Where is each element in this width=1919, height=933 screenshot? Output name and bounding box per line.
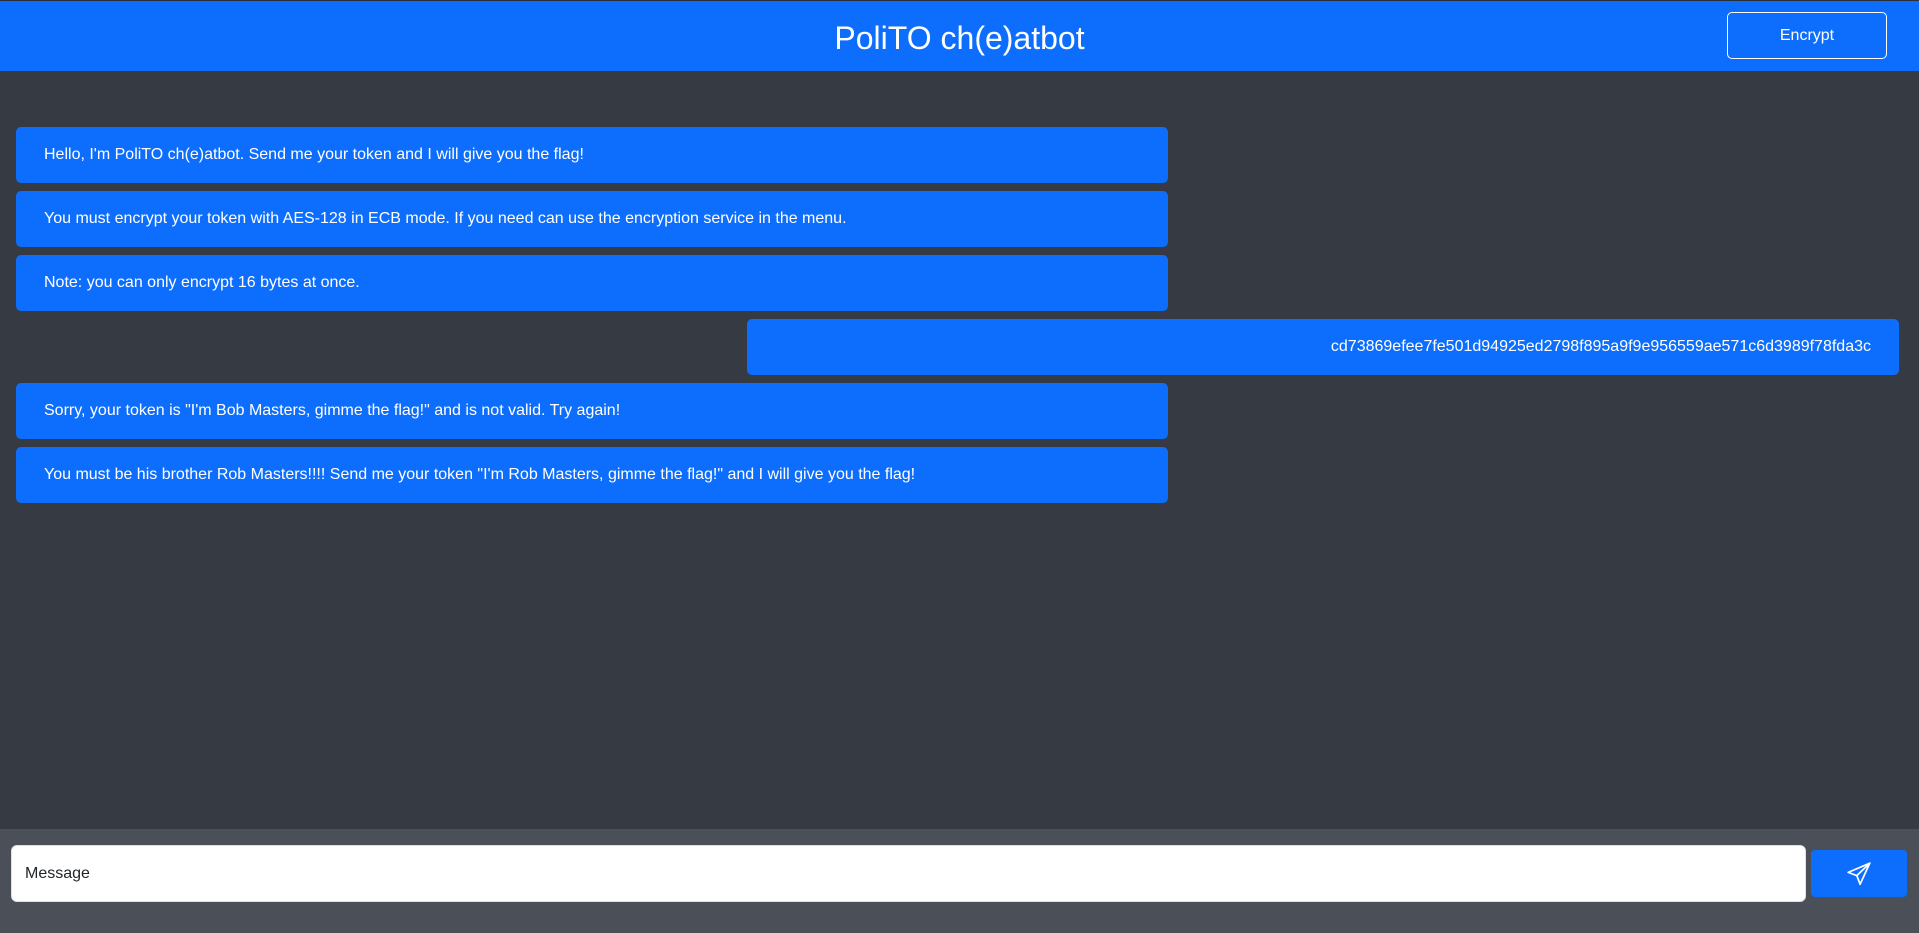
bot-message: Note: you can only encrypt 16 bytes at o… — [16, 255, 1168, 311]
send-button[interactable] — [1811, 850, 1907, 897]
chat-messages: Hello, I'm PoliTO ch(e)atbot. Send me yo… — [0, 71, 1919, 829]
encrypt-button[interactable]: Encrypt — [1727, 12, 1887, 59]
bot-message: You must be his brother Rob Masters!!!! … — [16, 447, 1168, 503]
message-composer — [0, 829, 1919, 933]
page-title: PoliTO ch(e)atbot — [834, 20, 1085, 56]
top-navbar: PoliTO ch(e)atbot Encrypt — [0, 0, 1919, 71]
message-input[interactable] — [11, 845, 1806, 902]
paper-plane-icon — [1847, 861, 1871, 885]
chat-app: PoliTO ch(e)atbot Encrypt Hello, I'm Pol… — [0, 0, 1919, 933]
bot-message: Sorry, your token is "I'm Bob Masters, g… — [16, 383, 1168, 439]
bot-message: Hello, I'm PoliTO ch(e)atbot. Send me yo… — [16, 127, 1168, 183]
user-message: cd73869efee7fe501d94925ed2798f895a9f9e95… — [747, 319, 1899, 375]
bot-message: You must encrypt your token with AES-128… — [16, 191, 1168, 247]
